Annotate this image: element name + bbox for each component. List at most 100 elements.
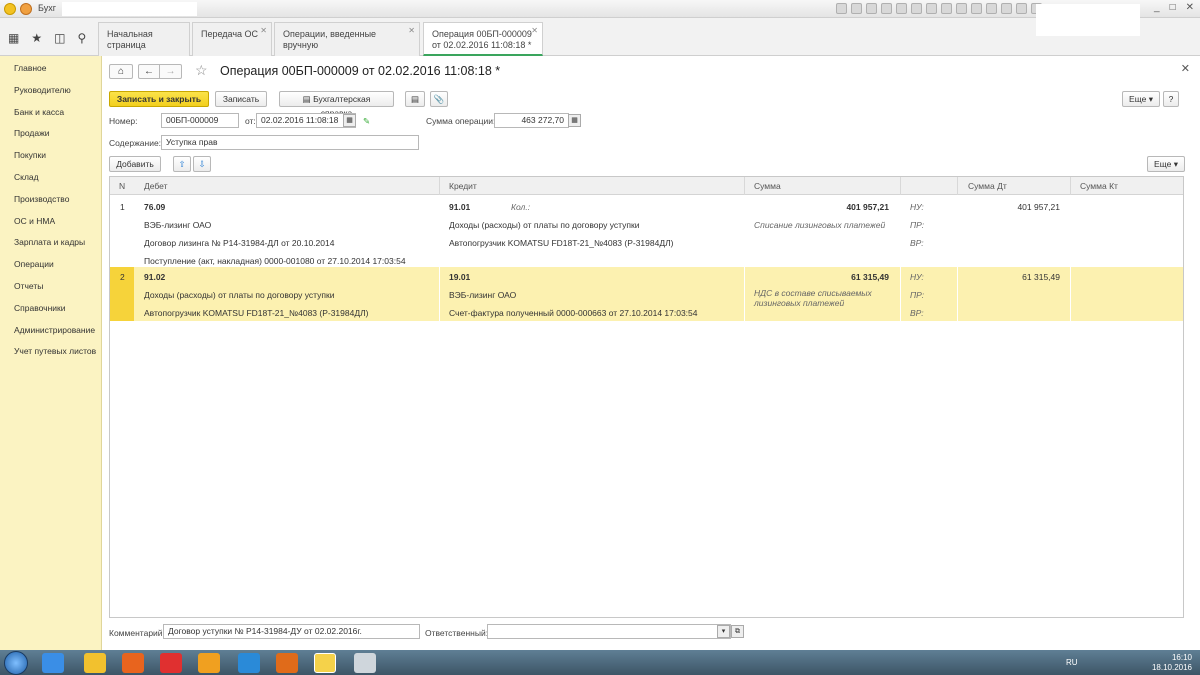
move-up-button[interactable]: ⇧	[173, 156, 191, 172]
history-icon[interactable]: ◫	[54, 31, 65, 45]
save-button[interactable]: Записать	[215, 91, 267, 107]
sidebar-item-bank[interactable]: Банк и касса	[0, 101, 101, 123]
maximize-button[interactable]: □	[1170, 2, 1176, 13]
table-row[interactable]: 1 76.09 ВЭБ-лизинг ОАО Договор лизинга №…	[110, 195, 1183, 267]
grid-menu-icon[interactable]: ▦	[8, 31, 19, 45]
tool-icon[interactable]	[851, 3, 862, 14]
table-row[interactable]: 2 91.02 Доходы (расходы) от платы по дог…	[110, 267, 1183, 321]
tool-icon[interactable]	[866, 3, 877, 14]
content-label: Содержание:	[109, 138, 162, 148]
scanner-icon[interactable]	[354, 653, 376, 673]
calculator-icon[interactable]: ▦	[568, 114, 581, 127]
window-controls: _ □ ✕	[1154, 2, 1194, 13]
sidebar-item-assets[interactable]: ОС и НМА	[0, 210, 101, 232]
tool-icon[interactable]	[941, 3, 952, 14]
sidebar-item-directories[interactable]: Справочники	[0, 297, 101, 319]
close-tab-icon[interactable]: ✕	[531, 25, 538, 36]
attachment-icon-button[interactable]: 📎	[430, 91, 448, 107]
sidebar-item-payroll[interactable]: Зарплата и кадры	[0, 231, 101, 253]
sidebar: Главное Руководителю Банк и касса Продаж…	[0, 56, 102, 650]
browser-ie-icon[interactable]	[238, 653, 260, 673]
tool-icon[interactable]	[971, 3, 982, 14]
responsible-field[interactable]	[487, 624, 731, 639]
tool-icon[interactable]	[836, 3, 847, 14]
sidebar-item-sales[interactable]: Продажи	[0, 122, 101, 144]
tab-transfer-os[interactable]: Передача ОС ✕	[192, 22, 272, 56]
add-row-button[interactable]: Добавить	[109, 156, 161, 172]
search-app-icon[interactable]	[198, 653, 220, 673]
tab-home[interactable]: Начальная страница	[98, 22, 190, 56]
redacted-area	[1036, 4, 1140, 36]
dropdown-icon[interactable]: ▾	[717, 625, 730, 638]
debit-subconto-2: Автопогрузчик KOMATSU FD18T-21_№4083 (Р-…	[144, 308, 369, 318]
debit-account: 91.02	[144, 272, 166, 282]
credit-account: 91.01	[449, 202, 471, 212]
clock[interactable]: 16:10 18.10.2016	[1152, 653, 1192, 673]
tool-icon[interactable]	[986, 3, 997, 14]
close-tab-icon[interactable]: ✕	[260, 25, 267, 36]
tool-icon[interactable]	[926, 3, 937, 14]
tool-icon[interactable]	[896, 3, 907, 14]
date-field[interactable]: 02.02.2016 11:08:18	[256, 113, 356, 128]
document-icon-button[interactable]: ▤	[405, 91, 425, 107]
close-form-icon[interactable]: ✕	[1181, 62, 1190, 75]
home-button[interactable]: ⌂	[109, 64, 133, 79]
close-tab-icon[interactable]: ✕	[408, 25, 415, 36]
sidebar-item-main[interactable]: Главное	[0, 57, 101, 79]
tool-icon[interactable]	[911, 3, 922, 14]
firefox-icon[interactable]	[276, 653, 298, 673]
cloud-icon[interactable]	[160, 653, 182, 673]
1c-active-icon[interactable]	[314, 653, 336, 673]
move-down-button[interactable]: ⇩	[193, 156, 211, 172]
titlebar-tools	[836, 3, 1042, 14]
help-button[interactable]: ?	[1163, 91, 1179, 107]
edit-icon[interactable]: ✎	[363, 116, 370, 127]
back-button[interactable]: ←	[138, 64, 160, 79]
sidebar-item-production[interactable]: Производство	[0, 188, 101, 210]
calendar-icon[interactable]: ▦	[343, 114, 356, 127]
forward-button[interactable]: →	[160, 64, 182, 79]
app-icon[interactable]	[122, 653, 144, 673]
number-field[interactable]: 00БП-000009	[161, 113, 239, 128]
sidebar-item-warehouse[interactable]: Склад	[0, 166, 101, 188]
more-button[interactable]: Еще ▾	[1122, 91, 1160, 107]
tool-icon[interactable]	[1001, 3, 1012, 14]
sidebar-item-management[interactable]: Руководителю	[0, 79, 101, 101]
debit-subconto-1: ВЭБ-лизинг ОАО	[144, 220, 212, 230]
tab-operation[interactable]: Операция 00БП-000009 от 02.02.2016 11:08:…	[423, 22, 543, 56]
favorite-star-icon[interactable]: ☆	[195, 62, 208, 79]
col-n: N	[119, 181, 126, 191]
1c-app-icon[interactable]	[84, 653, 106, 673]
sidebar-item-waybills[interactable]: Учет путевых листов	[0, 340, 101, 362]
debit-account: 76.09	[144, 202, 166, 212]
quantity-label: Кол.:	[511, 202, 531, 212]
row-sum: 61 315,49	[851, 272, 889, 282]
comment-field[interactable]: Договор уступки № Р14-31984-ДУ от 02.02.…	[163, 624, 420, 639]
start-button[interactable]	[4, 651, 28, 675]
sidebar-item-reports[interactable]: Отчеты	[0, 275, 101, 297]
tool-icon[interactable]	[956, 3, 967, 14]
sidebar-item-operations[interactable]: Операции	[0, 253, 101, 275]
media-player-icon[interactable]	[42, 653, 64, 673]
accounting-report-button[interactable]: ▤ Бухгалтерская справка	[279, 91, 394, 118]
content-field[interactable]: Уступка прав	[161, 135, 419, 150]
tool-icon[interactable]	[1016, 3, 1027, 14]
minimize-button[interactable]: _	[1154, 2, 1160, 13]
app-menu-icon[interactable]	[20, 3, 32, 15]
vr-label: ВР:	[910, 308, 924, 318]
close-window-button[interactable]: ✕	[1186, 2, 1194, 13]
search-icon[interactable]: ⚲	[77, 31, 86, 45]
col-sum-dt: Сумма Дт	[968, 181, 1007, 191]
table-more-button[interactable]: Еще ▾	[1147, 156, 1185, 172]
favorites-star-icon[interactable]: ★	[31, 31, 42, 45]
save-close-button[interactable]: Записать и закрыть	[109, 91, 209, 107]
app-logo-icon	[4, 3, 16, 15]
open-icon[interactable]: ⧉	[731, 625, 744, 638]
tab-label: Операции, введенные вручную	[283, 29, 377, 50]
tab-manual-operations[interactable]: Операции, введенные вручную ✕	[274, 22, 420, 56]
sidebar-item-admin[interactable]: Администрирование	[0, 319, 101, 341]
sidebar-item-purchases[interactable]: Покупки	[0, 144, 101, 166]
table-header: N Дебет Кредит Сумма Сумма Дт Сумма Кт	[110, 177, 1183, 195]
tool-icon[interactable]	[881, 3, 892, 14]
language-indicator[interactable]: RU	[1066, 658, 1078, 667]
